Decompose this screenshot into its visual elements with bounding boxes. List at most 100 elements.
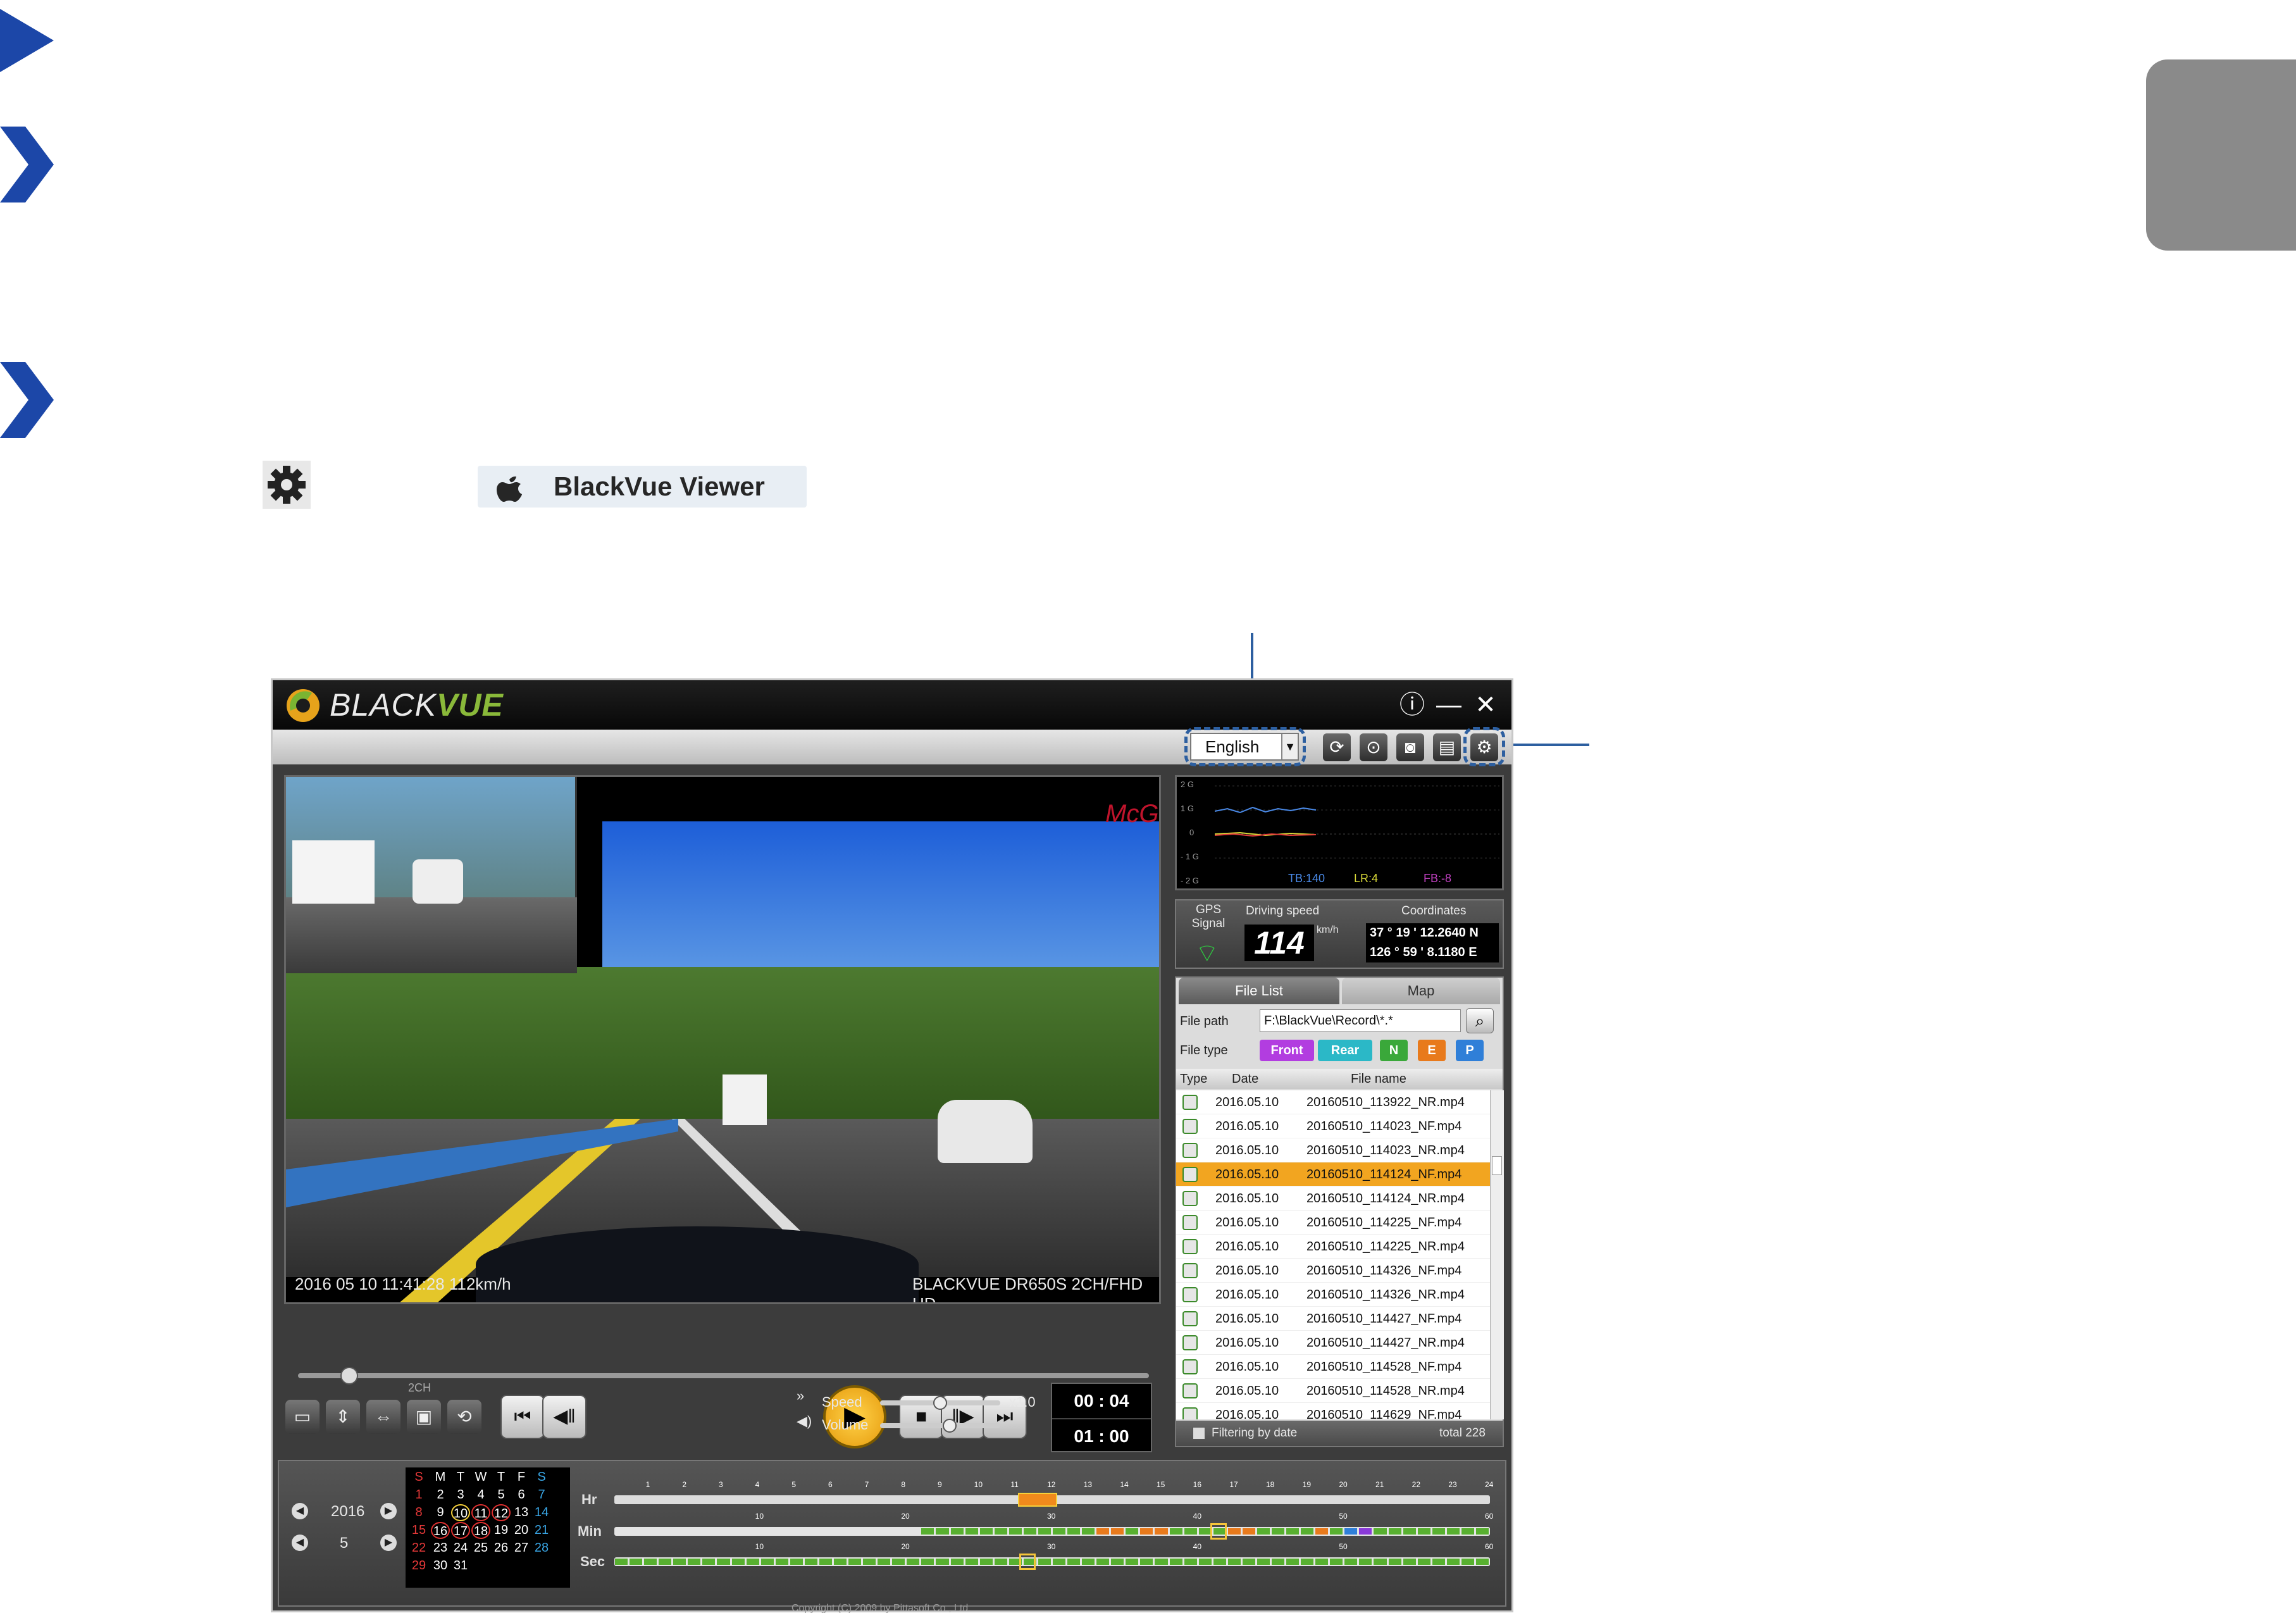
swap-camera-icon[interactable]: ⟲ [447, 1400, 481, 1434]
hour-selection[interactable] [1018, 1493, 1057, 1507]
file-list-item[interactable]: 2016.05.10 20160510_114124_NR.mp4 [1176, 1186, 1490, 1211]
volume-icon: ◀) [797, 1413, 812, 1429]
file-list-item[interactable]: 2016.05.10 20160510_114326_NR.mp4 [1176, 1283, 1490, 1307]
close-button[interactable]: ✕ [1470, 689, 1501, 721]
calendar-day[interactable]: 26 [492, 1540, 511, 1557]
calendar-day[interactable]: 2 [431, 1486, 450, 1504]
file-list-item[interactable]: 2016.05.10 20160510_114629_NF.mp4 [1176, 1403, 1490, 1419]
seek-handle[interactable] [340, 1367, 358, 1385]
camera-icon[interactable]: ◙ [1396, 733, 1424, 761]
calendar-day[interactable]: 25 [471, 1540, 490, 1557]
calendar-day[interactable]: 9 [431, 1504, 450, 1521]
filter-date-checkbox[interactable] [1193, 1427, 1205, 1440]
timeline-segment [1403, 1528, 1416, 1535]
refresh-icon[interactable]: ⟳ [1323, 733, 1351, 761]
tab-map[interactable]: Map [1342, 978, 1500, 1004]
search-icon[interactable]: ⌕ [1466, 1008, 1494, 1033]
settings-gear-icon[interactable]: ⚙ [1470, 733, 1498, 761]
calendar-day[interactable]: 27 [512, 1540, 531, 1557]
minute-selection[interactable] [1210, 1523, 1227, 1540]
calendar-day[interactable]: 12 [492, 1504, 511, 1521]
timeline-segment [863, 1559, 876, 1565]
snapshot-icon[interactable]: ▭ [285, 1400, 320, 1434]
file-list-scrollbar[interactable] [1490, 1090, 1504, 1419]
chevron-right-icon [0, 362, 54, 438]
second-selection[interactable] [1019, 1554, 1036, 1570]
file-path-input[interactable]: F:\BlackVue\Record\*.* [1260, 1009, 1461, 1032]
calendar-day[interactable]: 19 [492, 1522, 511, 1539]
file-name: 20160510_114225_NR.mp4 [1306, 1240, 1465, 1254]
language-select[interactable]: English ▼ [1190, 733, 1299, 761]
calendar-day[interactable]: 20 [512, 1522, 531, 1539]
step-back-button[interactable]: ◀‖ [542, 1395, 586, 1439]
next-year-icon[interactable]: ▶ [380, 1503, 397, 1519]
info-button[interactable]: ⓘ [1396, 689, 1428, 721]
file-list-item[interactable]: 2016.05.10 20160510_114225_NR.mp4 [1176, 1235, 1490, 1259]
calendar-day[interactable]: 11 [471, 1504, 490, 1521]
speed-slider-handle[interactable] [933, 1396, 947, 1410]
calendar-day[interactable]: 17 [451, 1522, 470, 1539]
flip-vertical-icon[interactable]: ⇕ [326, 1400, 360, 1434]
calendar-day[interactable]: 4 [471, 1486, 490, 1504]
file-list-item[interactable]: 2016.05.10 20160510_114427_NR.mp4 [1176, 1331, 1490, 1355]
volume-slider[interactable] [880, 1423, 1000, 1428]
file-list-item[interactable]: 2016.05.10 20160510_114528_NR.mp4 [1176, 1379, 1490, 1403]
filter-normal-button[interactable]: N [1380, 1040, 1408, 1061]
calendar-day[interactable]: 15 [409, 1522, 428, 1539]
file-list-item[interactable]: 2016.05.10 20160510_114023_NR.mp4 [1176, 1138, 1490, 1162]
filter-front-button[interactable]: Front [1260, 1040, 1314, 1061]
file-name: 20160510_114023_NF.mp4 [1306, 1119, 1462, 1133]
calendar-day[interactable]: 13 [512, 1504, 531, 1521]
calendar-day[interactable]: 21 [532, 1522, 551, 1539]
timeline-tick: 8 [901, 1480, 906, 1489]
calendar-day[interactable]: 29 [409, 1557, 428, 1574]
calendar-day[interactable]: 28 [532, 1540, 551, 1557]
map-pin-icon[interactable]: ⊙ [1360, 733, 1387, 761]
next-month-icon[interactable]: ▶ [380, 1535, 397, 1551]
prev-month-icon[interactable]: ◀ [292, 1535, 308, 1551]
calendar-day[interactable]: 8 [409, 1504, 428, 1521]
calendar-day[interactable]: 31 [451, 1557, 470, 1574]
print-icon[interactable]: ▤ [1433, 733, 1461, 761]
calendar-day[interactable]: 5 [492, 1486, 511, 1504]
filter-event-button[interactable]: E [1418, 1040, 1446, 1061]
calendar-day[interactable]: 10 [451, 1504, 470, 1521]
calendar-day[interactable]: 16 [431, 1522, 450, 1539]
calendar-day[interactable]: 24 [451, 1540, 470, 1557]
calendar-day[interactable]: 30 [431, 1557, 450, 1574]
seek-bar[interactable] [298, 1373, 1149, 1378]
calendar-day[interactable]: 23 [431, 1540, 450, 1557]
file-list-item[interactable]: 2016.05.10 20160510_114225_NF.mp4 [1176, 1211, 1490, 1235]
calendar-day[interactable]: 3 [451, 1486, 470, 1504]
prev-year-icon[interactable]: ◀ [292, 1503, 308, 1519]
file-list-item[interactable]: 2016.05.10 20160510_113922_NR.mp4 [1176, 1090, 1490, 1114]
minimize-button[interactable]: — [1433, 689, 1465, 721]
calendar-day[interactable]: 14 [532, 1504, 551, 1521]
file-list-item[interactable]: 2016.05.10 20160510_114528_NF.mp4 [1176, 1355, 1490, 1379]
filter-parking-button[interactable]: P [1456, 1040, 1484, 1061]
skip-first-button[interactable]: ⏮ [500, 1395, 545, 1439]
minute-timeline[interactable] [614, 1527, 1490, 1536]
timeline-tick: 40 [1193, 1542, 1202, 1551]
column-type: Type [1180, 1072, 1208, 1086]
calendar-day[interactable]: 18 [471, 1522, 490, 1539]
toolbar: English ▼ ⟳ ⊙ ◙ ▤ ⚙ [273, 727, 1511, 766]
timeline-segment [1344, 1528, 1358, 1535]
timeline-segment [659, 1559, 672, 1565]
tab-file-list[interactable]: File List [1179, 978, 1339, 1004]
pip-toggle-icon[interactable]: ▣ [407, 1400, 441, 1434]
rear-camera-pip[interactable] [286, 777, 577, 973]
video-player[interactable]: McGrp.Ru 2016 05 10 11:41:28 112km/h BLA… [284, 775, 1161, 1304]
filter-rear-button[interactable]: Rear [1318, 1040, 1372, 1061]
file-list-item[interactable]: 2016.05.10 20160510_114326_NF.mp4 [1176, 1259, 1490, 1283]
calendar-day[interactable]: 7 [532, 1486, 551, 1504]
calendar-day[interactable]: 1 [409, 1486, 428, 1504]
file-list-item[interactable]: 2016.05.10 20160510_114427_NF.mp4 [1176, 1307, 1490, 1331]
calendar-day[interactable]: 6 [512, 1486, 531, 1504]
flip-horizontal-icon[interactable]: ⇔ [366, 1400, 400, 1434]
timeline-segment [1359, 1528, 1372, 1535]
calendar-day[interactable]: 22 [409, 1540, 428, 1557]
second-timeline[interactable] [614, 1557, 1490, 1566]
file-list-item[interactable]: 2016.05.10 20160510_114124_NF.mp4 [1176, 1162, 1490, 1186]
file-list-item[interactable]: 2016.05.10 20160510_114023_NF.mp4 [1176, 1114, 1490, 1138]
